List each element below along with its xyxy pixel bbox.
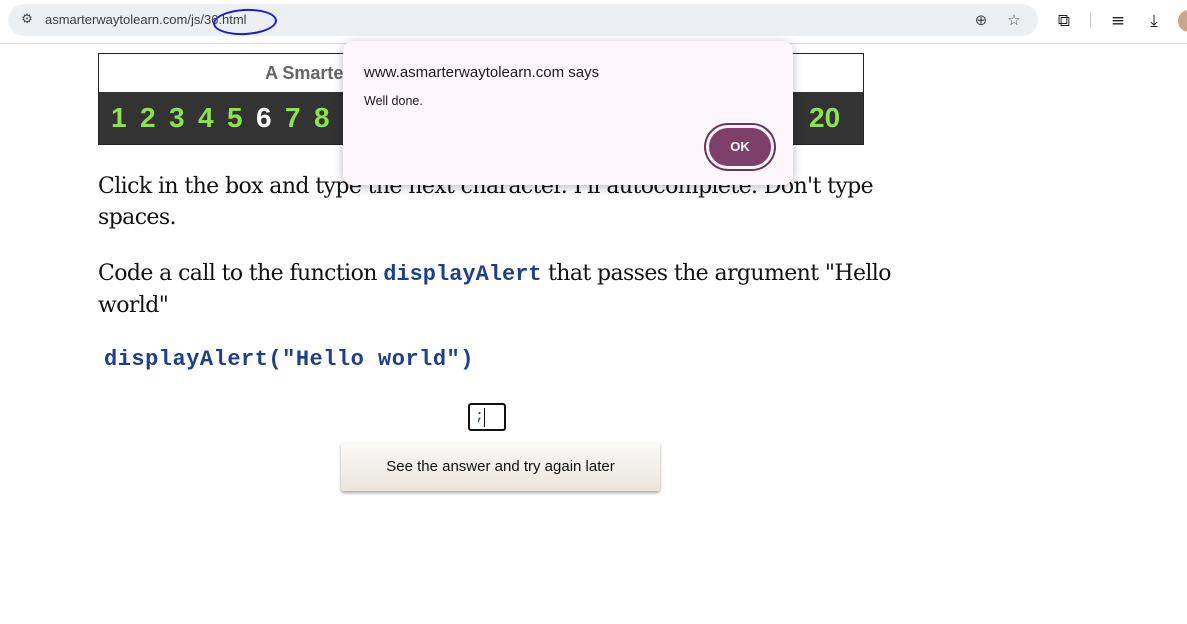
exercise-number-last[interactable]: 20 [809, 102, 840, 134]
dialog-message: Well done. [364, 94, 423, 108]
avatar[interactable] [1178, 10, 1187, 32]
star-icon[interactable]: ☆ [1004, 10, 1024, 30]
exercise-number[interactable]: 1 [111, 102, 127, 134]
exercise-number-current[interactable]: 6 [256, 102, 272, 134]
exercise-number[interactable]: 4 [198, 102, 214, 134]
banner-title: A Smarte [265, 63, 344, 83]
exercise-number[interactable]: 3 [169, 102, 185, 134]
function-name: displayAlert [383, 262, 542, 287]
tune-icon[interactable]: ⚙ [18, 12, 36, 28]
task-text-start: Code a call to the function [98, 261, 384, 286]
see-answer-button[interactable]: See the answer and try again later [341, 442, 660, 491]
answer-input[interactable]: ; [468, 403, 506, 431]
exercise-number[interactable]: 8 [314, 102, 330, 134]
text-caret [484, 408, 485, 427]
browser-toolbar: ⚙ asmarterwaytolearn.com/js/36.html ⊕ ☆ … [0, 0, 1187, 44]
address-bar[interactable]: ⚙ asmarterwaytolearn.com/js/36.html ⊕ ☆ [8, 4, 1038, 37]
exercise-number[interactable]: 5 [227, 102, 243, 134]
answer-input-value: ; [475, 408, 485, 425]
alert-dialog: www.asmarterwaytolearn.com says Well don… [343, 41, 793, 185]
code-answer: displayAlert("Hello world") [104, 347, 474, 372]
exercise-number[interactable]: 7 [285, 102, 301, 134]
playlist-icon[interactable]: ≡ [1107, 10, 1129, 32]
ok-button[interactable]: OK [706, 125, 774, 169]
puzzle-icon[interactable]: ⧉ [1053, 10, 1075, 32]
dialog-title: www.asmarterwaytolearn.com says [364, 64, 600, 81]
download-icon[interactable]: ⤓ [1143, 10, 1165, 32]
toolbar-divider [1090, 12, 1091, 28]
task-text: Code a call to the function displayAlert… [98, 258, 928, 321]
zoom-in-icon[interactable]: ⊕ [971, 10, 991, 30]
exercise-number[interactable]: 2 [140, 102, 156, 134]
